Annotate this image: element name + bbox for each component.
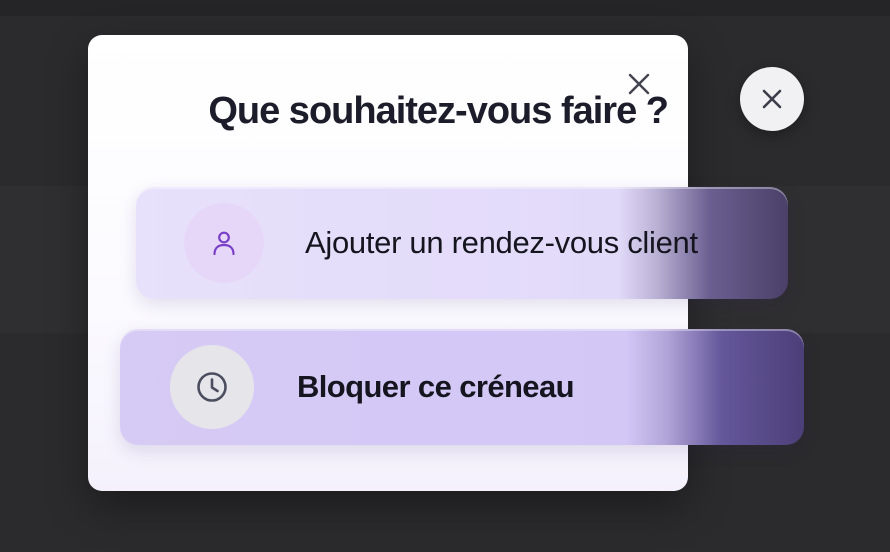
close-icon (762, 89, 782, 109)
clock-icon-circle (170, 345, 254, 429)
user-icon (213, 231, 235, 256)
block-slot-button[interactable]: Bloquer ce créneau (120, 329, 804, 445)
backdrop-top (0, 0, 890, 16)
option-label: Bloquer ce créneau (297, 369, 575, 404)
outer-close-button[interactable] (740, 67, 804, 131)
option-label: Ajouter un rendez-vous client (305, 225, 698, 260)
add-client-appointment-button[interactable]: Ajouter un rendez-vous client (136, 187, 788, 299)
clock-icon (197, 372, 227, 402)
modal-title: Que souhaitez-vous faire ? (208, 90, 669, 132)
user-icon-circle (184, 203, 264, 283)
